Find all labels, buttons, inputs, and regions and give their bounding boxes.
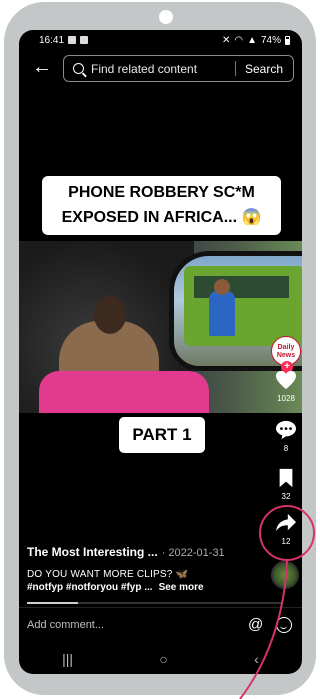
annotation-arrow [239, 560, 288, 699]
